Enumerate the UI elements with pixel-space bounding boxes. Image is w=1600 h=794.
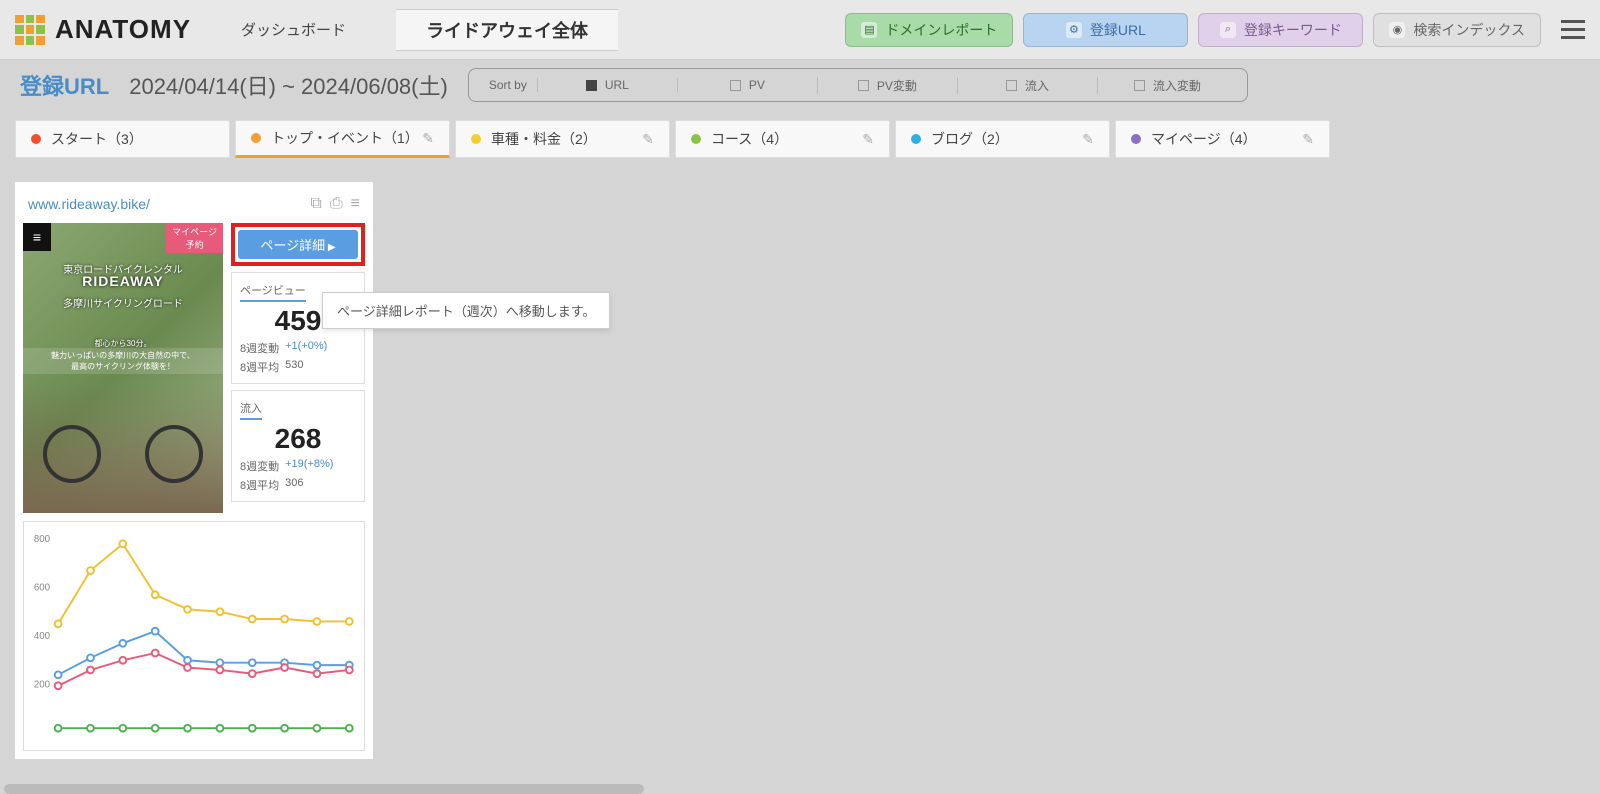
tab-0[interactable]: スタート（3）	[15, 120, 230, 158]
tab-dot-icon	[911, 134, 921, 144]
tab-label: コース（4）	[711, 129, 788, 149]
thumb-line2: RIDEAWAY	[23, 273, 223, 289]
screenshot-icon[interactable]: ⎙	[330, 195, 343, 213]
nav-search-index[interactable]: ◉検索インデックス	[1373, 13, 1541, 47]
sort-opt-inflow[interactable]: 流入	[957, 77, 1097, 94]
sort-bar: Sort by URL PV PV変動 流入 流入変動	[468, 68, 1248, 102]
search-icon: ⌕	[1220, 22, 1236, 38]
sort-opt-inflow-change[interactable]: 流入変動	[1097, 77, 1237, 94]
svg-text:800: 800	[34, 534, 51, 545]
tab-label: 車種・料金（2）	[491, 129, 597, 149]
tab-label: トップ・イベント（1）	[271, 128, 419, 148]
logo-text: ANATOMY	[55, 14, 191, 45]
check-icon	[586, 80, 597, 91]
check-icon	[858, 80, 869, 91]
nav-domain-report[interactable]: ▤ドメインレポート	[845, 13, 1013, 47]
check-icon	[730, 80, 741, 91]
tab-3[interactable]: コース（4） ✎	[675, 120, 890, 158]
card-url-link[interactable]: www.rideaway.bike/	[28, 196, 302, 212]
pencil-icon[interactable]: ✎	[862, 131, 874, 148]
horizontal-scrollbar[interactable]	[4, 784, 644, 794]
tab-label: マイページ（4）	[1151, 129, 1257, 149]
stat-inflow-label: 流入	[240, 400, 262, 420]
logo-icon	[15, 15, 45, 45]
tab-dot-icon	[251, 133, 261, 143]
nav-registered-url[interactable]: ⚙登録URL	[1023, 13, 1188, 47]
tab-1[interactable]: トップ・イベント（1）✎	[235, 120, 450, 158]
stat-pv-label: ページビュー	[240, 282, 306, 302]
tab-label: スタート（3）	[51, 129, 143, 149]
nav-registered-keyword[interactable]: ⌕登録キーワード	[1198, 13, 1363, 47]
tab-4[interactable]: ブログ（2） ✎	[895, 120, 1110, 158]
tab-5[interactable]: マイページ（4） ✎	[1115, 120, 1330, 158]
date-range: 2024/04/14(日) ~ 2024/06/08(土)	[129, 69, 448, 101]
page-thumbnail[interactable]: ≡ マイページ 予約 東京ロードバイクレンタル RIDEAWAY 多摩川サイクリ…	[23, 223, 223, 513]
external-link-icon[interactable]: ⧉	[310, 195, 321, 213]
check-icon	[1134, 80, 1145, 91]
sort-opt-pv-change[interactable]: PV変動	[817, 77, 957, 94]
check-icon	[1006, 80, 1017, 91]
svg-text:600: 600	[34, 582, 51, 593]
thumb-line6: 魅力いっぱいの多摩川の大自然の中で、最高のサイクリング体験を！	[23, 348, 223, 374]
tab-dot-icon	[471, 134, 481, 144]
sort-by-label: Sort by	[479, 78, 537, 92]
detail-tooltip: ページ詳細レポート（週次）へ移動します。	[322, 292, 610, 329]
tab-dot-icon	[31, 134, 41, 144]
stat-inflow: 流入 268 8週変動+19(+8%) 8週平均306	[231, 390, 365, 502]
sort-opt-pv[interactable]: PV	[677, 78, 817, 92]
bike-illustration	[23, 383, 223, 513]
page-detail-button[interactable]: ページ詳細	[238, 230, 358, 259]
trend-chart: 200 400 600 800	[23, 521, 365, 751]
card-menu-icon[interactable]: ≡	[351, 195, 360, 213]
thumb-line3: 多摩川サイクリングロード	[23, 295, 223, 310]
pencil-icon[interactable]: ✎	[1302, 131, 1314, 148]
svg-text:200: 200	[34, 679, 51, 690]
detail-button-highlight: ページ詳細	[231, 223, 365, 266]
thumb-menu-icon: ≡	[23, 223, 51, 251]
tab-label: ブログ（2）	[931, 129, 1009, 149]
breadcrumb-site[interactable]: ライドアウェイ全体	[396, 9, 618, 51]
tabs: スタート（3）トップ・イベント（1）✎車種・料金（2）✎コース（4）✎ブログ（2…	[0, 110, 1600, 168]
breadcrumb-dashboard[interactable]: ダッシュボード	[216, 9, 371, 51]
document-icon: ▤	[861, 22, 877, 38]
thumb-badge: マイページ 予約	[166, 223, 223, 253]
pencil-icon[interactable]: ✎	[642, 131, 654, 148]
svg-text:400: 400	[34, 631, 51, 642]
tab-dot-icon	[691, 134, 701, 144]
pencil-icon[interactable]: ✎	[1082, 131, 1094, 148]
url-card: www.rideaway.bike/ ⧉ ⎙ ≡ ≡ マイページ 予約 東京ロー…	[15, 182, 373, 759]
pencil-icon[interactable]: ✎	[422, 130, 434, 147]
hamburger-menu-icon[interactable]	[1561, 20, 1585, 39]
globe-icon: ◉	[1389, 22, 1405, 38]
stat-inflow-value: 268	[240, 423, 356, 455]
sort-opt-url[interactable]: URL	[537, 78, 677, 92]
page-title: 登録URL	[20, 69, 109, 101]
tab-dot-icon	[1131, 134, 1141, 144]
gear-icon: ⚙	[1066, 22, 1082, 38]
tab-2[interactable]: 車種・料金（2） ✎	[455, 120, 670, 158]
